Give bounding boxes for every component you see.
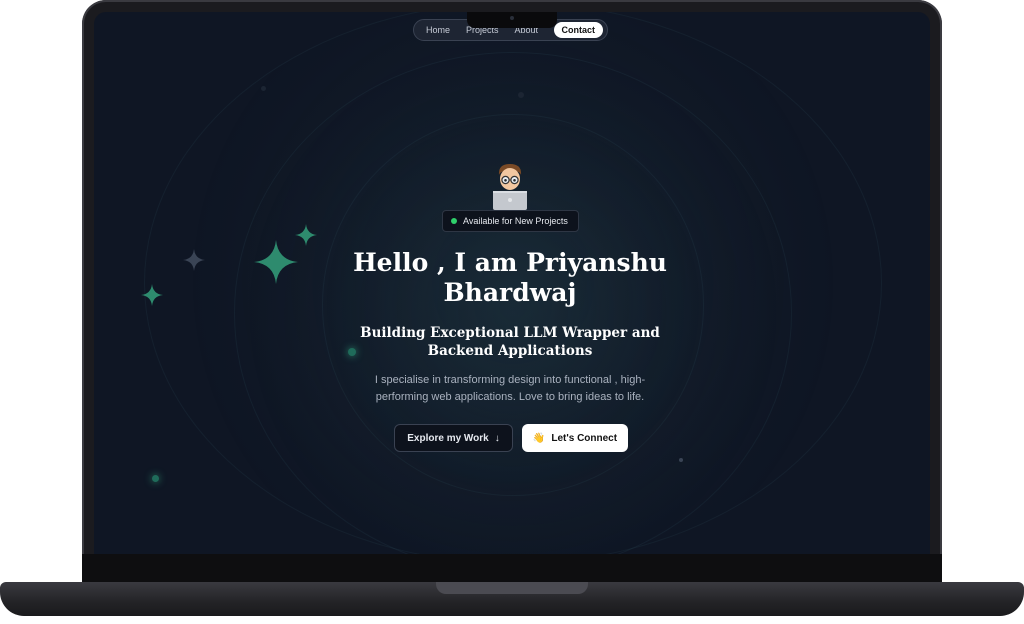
hero-description-line: I specialise in transforming design into…: [374, 374, 646, 386]
laptop-bezel: [82, 554, 942, 584]
hero-title-line: Hello , I am Priyanshu: [353, 248, 667, 277]
hero-subtitle-line: Building Exceptional LLM Wrapper and: [360, 325, 660, 341]
browser-viewport: Home Projects About Contact Available fo…: [94, 12, 930, 554]
camera-icon: [510, 16, 514, 20]
sparkle-icon: [183, 249, 205, 271]
hero-subtitle-line: Backend Applications: [427, 343, 593, 359]
glow-dot: [261, 86, 266, 91]
glow-dot: [679, 458, 683, 462]
availability-text: Available for New Projects: [463, 216, 568, 226]
hero-description: I specialise in transforming design into…: [360, 372, 660, 406]
arrow-down-icon: ↓: [494, 432, 500, 444]
explore-work-button[interactable]: Explore my Work ↓: [394, 424, 513, 452]
green-dot-icon: [451, 218, 457, 224]
lets-connect-label: Let's Connect: [551, 432, 618, 444]
hero-title-line: Bhardwaj: [443, 278, 577, 307]
glow-dot: [518, 92, 524, 98]
hero-subtitle: Building Exceptional LLM Wrapper and Bac…: [350, 324, 670, 360]
lets-connect-button[interactable]: 👋 Let's Connect: [522, 424, 628, 452]
nav-item-contact[interactable]: Contact: [553, 22, 603, 38]
sparkle-icon: [295, 224, 317, 246]
sparkle-icon: [141, 284, 163, 306]
nav-item-home[interactable]: Home: [418, 22, 458, 38]
explore-work-label: Explore my Work: [407, 432, 489, 444]
waving-hand-icon: 👋: [532, 432, 546, 444]
hero-title: Hello , I am Priyanshu Bhardwaj: [324, 248, 696, 308]
glow-dot: [152, 475, 159, 482]
availability-badge: Available for New Projects: [442, 210, 579, 232]
avatar: [493, 164, 527, 210]
laptop-hinge: [436, 582, 588, 594]
hero-description-line: performing web applications. Love to bri…: [375, 391, 645, 403]
camera-notch: [467, 12, 557, 28]
sparkle-icon: [254, 240, 298, 284]
